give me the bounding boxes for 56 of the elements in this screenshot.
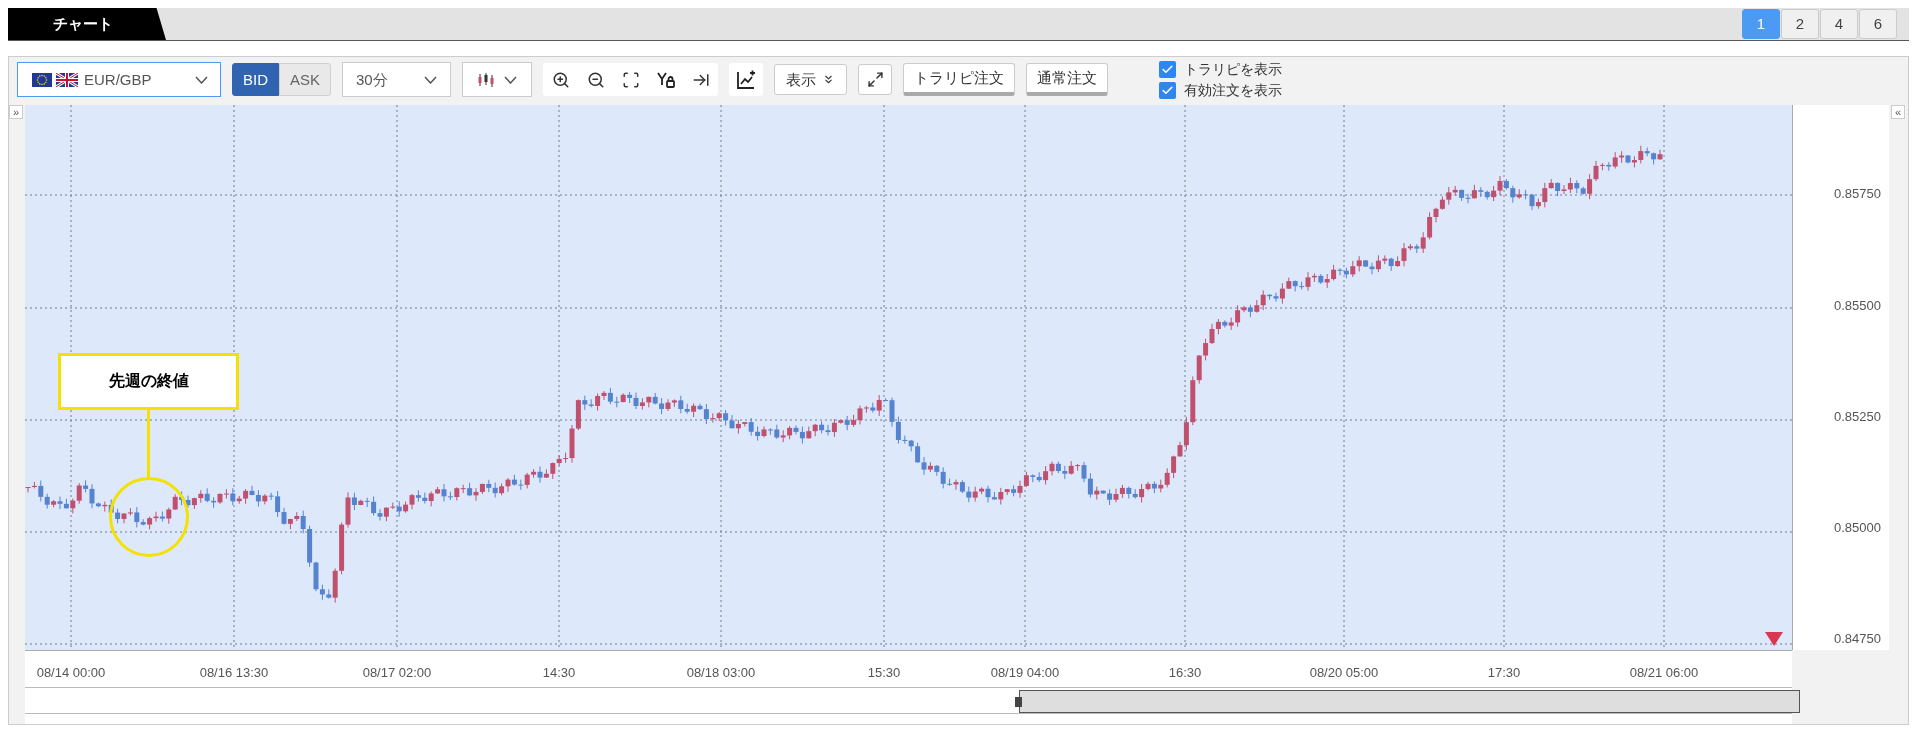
eu-flag-icon (32, 72, 52, 87)
x-axis-label: 15:30 (867, 663, 901, 682)
collapse-right-button[interactable]: « (1891, 104, 1905, 119)
x-axis-label: 16:30 (1168, 663, 1202, 682)
y-axis-label: 0.85000 (1834, 519, 1881, 538)
y-axis-label: 0.85250 (1834, 407, 1881, 426)
expand-left-button[interactable]: » (9, 104, 23, 119)
add-indicator-button[interactable] (729, 63, 764, 97)
chart-type-select[interactable] (462, 62, 533, 98)
y-axis-label: 0.85750 (1834, 185, 1881, 204)
scrollbar-range[interactable] (1019, 689, 1800, 713)
scrollbar-handle[interactable] (1015, 696, 1022, 707)
checkbox-label: トラリピを表示 (1184, 60, 1283, 79)
zoom-out-icon (586, 70, 605, 89)
check-icon (1161, 83, 1175, 97)
price-side-toggle[interactable]: ASK (279, 63, 332, 97)
y-axis-label: 0.84750 (1834, 630, 1881, 649)
x-axis-label: 08/19 04:00 (990, 663, 1060, 682)
order-button[interactable]: トラリピ注文 (903, 63, 1016, 97)
y-lock-icon (655, 70, 676, 89)
pair-label: EUR/GBP (84, 69, 152, 90)
layout-button[interactable]: 4 (1820, 9, 1858, 39)
checkbox-label: 有効注文を表示 (1184, 81, 1283, 100)
chevron-down-icon (504, 75, 518, 84)
currency-pair-select[interactable]: EUR/GBP (17, 62, 221, 98)
timeframe-select[interactable]: 30分 (342, 62, 452, 98)
candlestick-icon (477, 71, 496, 88)
check-icon (1161, 62, 1175, 76)
checkbox[interactable] (1159, 60, 1177, 78)
y-axis-label: 0.85500 (1834, 296, 1881, 315)
price-side-toggle[interactable]: BID (232, 63, 279, 97)
order-button[interactable]: 通常注文 (1026, 63, 1109, 97)
checkbox[interactable] (1159, 81, 1177, 99)
x-axis-label: 08/16 13:30 (199, 663, 269, 682)
add-indicator-icon (736, 69, 757, 90)
x-axis-label: 08/18 03:00 (686, 663, 756, 682)
x-axis-label: 08/14 00:00 (36, 663, 106, 682)
expand-icon (866, 71, 884, 89)
x-axis-label: 08/21 06:00 (1629, 663, 1699, 682)
price-marker-icon (1765, 631, 1783, 646)
x-axis-label: 14:30 (542, 663, 576, 682)
display-menu-button[interactable]: 表示 (774, 64, 848, 96)
x-axis-label: 08/20 05:00 (1309, 663, 1379, 682)
annotation-label: 先週の終値 (58, 352, 239, 410)
x-axis-label: 17:30 (1487, 663, 1521, 682)
chevron-down-icon (195, 75, 208, 84)
expand-button[interactable] (858, 64, 893, 96)
chevron-down-icon (424, 75, 438, 84)
layout-button[interactable]: 2 (1781, 9, 1819, 39)
panel-tab[interactable]: チャート (8, 8, 166, 40)
uk-flag-icon (56, 72, 78, 87)
layout-button[interactable]: 6 (1859, 9, 1897, 39)
x-axis-label: 08/17 02:00 (362, 663, 432, 682)
zoom-in-icon (551, 70, 570, 89)
corners-icon (621, 70, 640, 89)
leader-line (147, 409, 150, 478)
